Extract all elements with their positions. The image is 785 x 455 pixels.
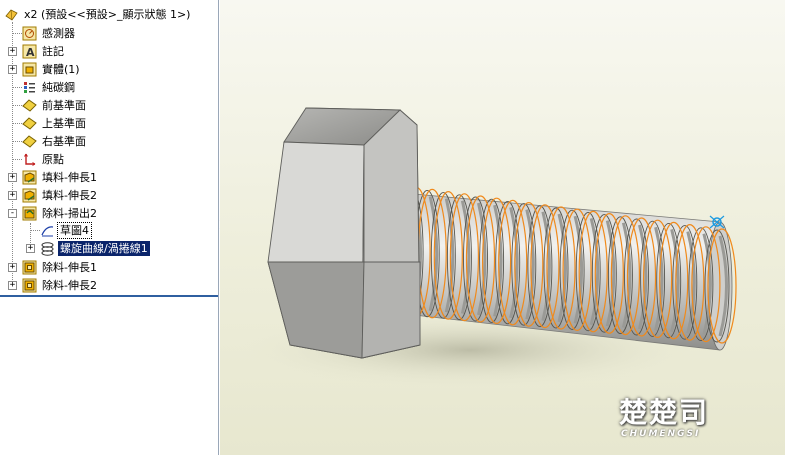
tree-item-label: 除料-伸長1 (42, 261, 97, 274)
tree-connector (12, 159, 22, 160)
plane-icon (22, 134, 37, 149)
expand-button[interactable]: + (8, 173, 17, 182)
sketch-icon (40, 223, 55, 238)
tree-item-label: 原點 (42, 153, 64, 166)
expand-button[interactable]: + (26, 244, 35, 253)
bolt-head (267, 107, 421, 359)
tree-connector (12, 123, 22, 124)
tree-connector (12, 33, 22, 34)
sensor-icon (22, 26, 37, 41)
tree-item-label: 草圖4 (57, 222, 92, 239)
tree-root-label: x2 (預設<<預設>_顯示狀態 1>) (24, 8, 191, 21)
expand-button[interactable]: + (8, 263, 17, 272)
collapse-button[interactable]: - (8, 209, 17, 218)
tree-connector (12, 87, 22, 88)
tree-item-label: 填料-伸長2 (42, 189, 97, 202)
expand-button[interactable]: + (8, 191, 17, 200)
tree-connector (12, 141, 22, 142)
watermark-english-text: CHUMENGSI (621, 429, 701, 439)
svg-text:A: A (26, 46, 35, 59)
tree-item-label: 螺旋曲線/渦捲線1 (58, 241, 150, 256)
boss-extrude-icon (22, 170, 37, 185)
tree-item-label: 除料-掃出2 (42, 207, 97, 220)
watermark-chinese-text: 楚楚司 (619, 396, 710, 429)
plane-icon (22, 98, 37, 113)
tree-item-label: 前基準面 (42, 99, 86, 112)
graphics-viewport[interactable]: 楚楚司 CHUMENGSI (220, 0, 785, 455)
annotation-icon: A (22, 44, 37, 59)
watermark-logo: 楚楚司 CHUMENGSI (605, 387, 775, 447)
plane-icon (22, 116, 37, 131)
tree-connector (30, 230, 40, 231)
material-icon (22, 80, 37, 95)
cut-extrude-icon (22, 260, 37, 275)
origin-icon (22, 152, 37, 167)
tree-connector (12, 22, 13, 288)
tree-item-label: 除料-伸長2 (42, 279, 97, 292)
expand-button[interactable]: + (8, 281, 17, 290)
tree-item-label: 純碳鋼 (42, 81, 75, 94)
expand-button[interactable]: + (8, 65, 17, 74)
rollback-bar[interactable] (0, 295, 218, 297)
part-icon (4, 7, 19, 22)
cut-sweep-icon (22, 206, 37, 221)
expand-button[interactable]: + (8, 47, 17, 56)
tree-item-label: 實體(1) (42, 63, 80, 76)
tree-connector (12, 105, 22, 106)
tree-item-label: 註記 (42, 45, 64, 58)
tree-item-label: 上基準面 (42, 117, 86, 130)
tree-item-label: 右基準面 (42, 135, 86, 148)
feature-manager-tree: x2 (預設<<預設>_顯示狀態 1>) 感測器 + A 註記 + 實體(1) … (0, 0, 219, 455)
cut-extrude-icon (22, 278, 37, 293)
tree-item-label: 填料-伸長1 (42, 171, 97, 184)
solid-bodies-icon (22, 62, 37, 77)
boss-extrude-icon (22, 188, 37, 203)
helix-icon (40, 241, 55, 256)
tree-item-label: 感測器 (42, 27, 75, 40)
